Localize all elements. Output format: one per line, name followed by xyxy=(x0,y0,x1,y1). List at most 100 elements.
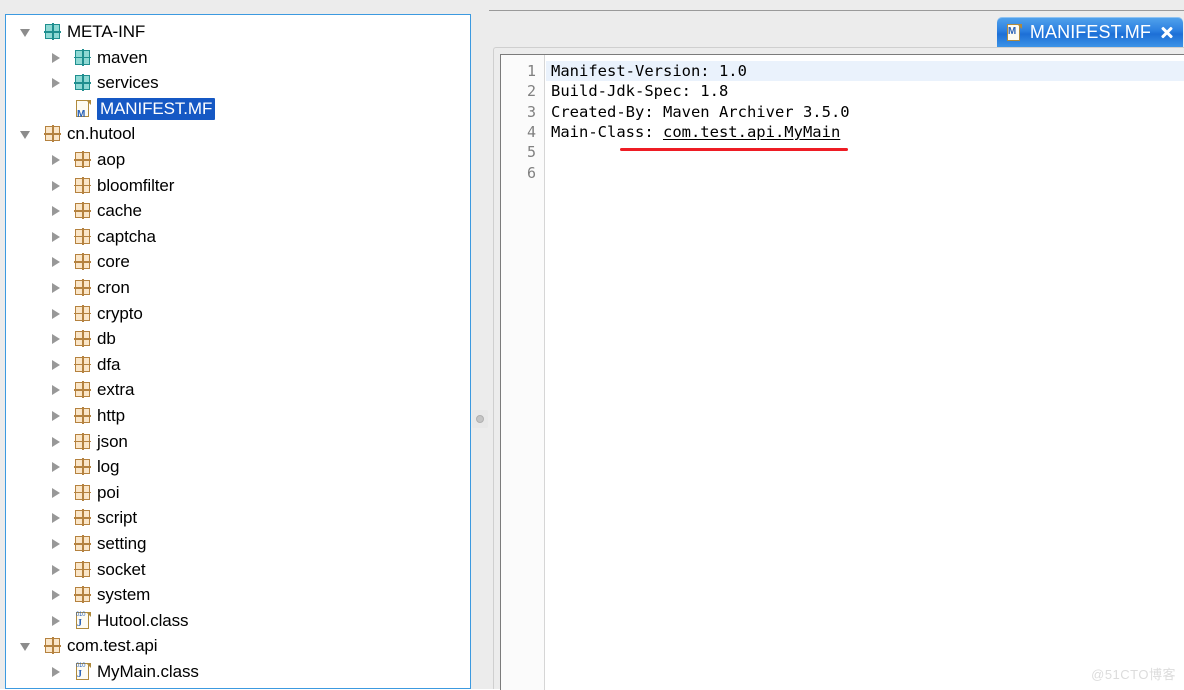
panel-splitter[interactable] xyxy=(471,14,489,689)
package-icon xyxy=(74,458,92,476)
package-icon xyxy=(74,279,92,297)
tree-item-mymain-class[interactable]: J 010 MyMain.class xyxy=(6,659,470,685)
chevron-right-icon[interactable] xyxy=(50,608,66,634)
manifest-file-icon: M xyxy=(74,99,92,120)
chevron-right-icon[interactable] xyxy=(50,454,66,480)
tree-item-bloomfilter[interactable]: bloomfilter xyxy=(6,173,470,199)
chevron-right-icon[interactable] xyxy=(50,480,66,506)
tree-item-socket[interactable]: socket xyxy=(6,557,470,583)
chevron-right-icon[interactable] xyxy=(50,582,66,608)
chevron-down-icon[interactable] xyxy=(20,19,36,45)
chevron-right-icon[interactable] xyxy=(50,301,66,327)
tree-item-log[interactable]: log xyxy=(6,454,470,480)
chevron-right-icon[interactable] xyxy=(50,173,66,199)
package-explorer-tree[interactable]: META-INF maven services M MANIFEST.MF cn.huto… xyxy=(6,15,470,688)
chevron-right-icon[interactable] xyxy=(50,70,66,96)
chevron-right-icon[interactable] xyxy=(50,403,66,429)
tree-item-manifest-mf[interactable]: M MANIFEST.MF xyxy=(6,96,470,122)
tab-manifest-mf[interactable]: M MANIFEST.MF xyxy=(996,17,1183,48)
line-number: 3 xyxy=(526,102,536,121)
chevron-right-icon[interactable] xyxy=(50,659,66,685)
tree-item-label: poi xyxy=(97,482,120,502)
window-chrome: META-INF maven services M MANIFEST.MF cn.huto… xyxy=(0,0,1184,690)
package-icon xyxy=(74,330,92,348)
tree-item-extra[interactable]: extra xyxy=(6,377,470,403)
tree-item-setting[interactable]: setting xyxy=(6,531,470,557)
line-number: 4 xyxy=(526,122,536,141)
package-icon xyxy=(74,151,92,169)
main-class-value: com.test.api.MyMain xyxy=(662,122,841,141)
chevron-right-icon[interactable] xyxy=(50,377,66,403)
tree-item-label: script xyxy=(97,508,138,528)
tree-item-dfa[interactable]: dfa xyxy=(6,352,470,378)
tree-item-label: cron xyxy=(97,278,130,297)
tree-item-cron[interactable]: cron xyxy=(6,275,470,301)
code-line[interactable]: Main-Class: com.test.api.MyMain xyxy=(546,122,1184,142)
tree-item-json[interactable]: json xyxy=(6,429,470,455)
chevron-right-icon[interactable] xyxy=(50,275,66,301)
package-icon xyxy=(44,637,62,655)
tree-item-label: db xyxy=(97,329,116,349)
chevron-down-icon[interactable] xyxy=(20,121,36,147)
chevron-right-icon[interactable] xyxy=(50,505,66,531)
close-icon[interactable] xyxy=(1159,25,1174,40)
package-icon xyxy=(74,586,92,604)
package-icon xyxy=(74,483,92,502)
tree-item-aop[interactable]: aop xyxy=(6,147,470,173)
chevron-down-icon[interactable] xyxy=(20,633,36,659)
tree-item-poi[interactable]: poi xyxy=(6,480,470,506)
code-line[interactable]: Manifest-Version: 1.0 xyxy=(546,61,1184,82)
chevron-right-icon[interactable] xyxy=(50,531,66,557)
chevron-right-icon[interactable] xyxy=(50,198,66,224)
red-annotation-underline xyxy=(620,148,848,151)
tree-item-db[interactable]: db xyxy=(6,326,470,352)
chevron-right-icon[interactable] xyxy=(50,326,66,352)
tree-item-label: log xyxy=(97,457,120,477)
watermark: @51CTO博客 xyxy=(1091,667,1176,682)
package-icon xyxy=(74,407,92,425)
chevron-right-icon[interactable] xyxy=(50,429,66,455)
package-icon-teal xyxy=(74,74,92,92)
tree-item-label: socket xyxy=(97,559,146,579)
code-line[interactable] xyxy=(546,163,1184,183)
tree-item-core[interactable]: core xyxy=(6,249,470,275)
tree-item-label: META-INF xyxy=(67,22,146,41)
line-number-gutter: 1 234 56 xyxy=(501,55,545,690)
tree-item-maven[interactable]: maven xyxy=(6,45,470,71)
package-icon xyxy=(74,202,92,220)
splitter-handle[interactable] xyxy=(472,410,488,428)
tree-item-meta-inf[interactable]: META-INF xyxy=(6,19,470,45)
tree-item-http[interactable]: http xyxy=(6,403,470,429)
tree-item-label: cache xyxy=(97,201,142,221)
tree-item-services[interactable]: services xyxy=(6,70,470,96)
code-line[interactable] xyxy=(546,142,1184,162)
tree-item-label: http xyxy=(97,406,125,425)
class-file-icon: J 010 xyxy=(74,663,92,681)
code-line[interactable]: Build-Jdk-Spec: 1.8 xyxy=(546,81,1184,101)
editor-frame: 1 234 56 Manifest-Version: 1.0 Build-Jdk-Sp… xyxy=(493,47,1184,690)
tree-item-captcha[interactable]: captcha xyxy=(6,224,470,250)
chevron-right-icon[interactable] xyxy=(50,352,66,378)
package-explorer-panel: META-INF maven services M MANIFEST.MF cn.huto… xyxy=(5,14,471,689)
toolbar-strip xyxy=(489,0,1184,11)
tree-item-cn-hutool[interactable]: cn.hutool xyxy=(6,121,470,147)
package-icon xyxy=(74,176,92,195)
package-icon xyxy=(74,509,92,527)
line-number: 1 xyxy=(526,62,536,80)
tree-item-hutool-class[interactable]: J 010 Hutool.class xyxy=(6,608,470,634)
tree-item-label: MANIFEST.MF xyxy=(97,97,216,120)
package-icon xyxy=(74,355,92,374)
sash-handle-dot-icon xyxy=(476,415,484,423)
line-number: 2 xyxy=(526,82,536,101)
tree-item-label: system xyxy=(97,585,151,605)
chevron-right-icon[interactable] xyxy=(50,147,66,173)
code-line[interactable]: Created-By: Maven Archiver 3.5.0 xyxy=(546,102,1184,122)
tree-item-cache[interactable]: cache xyxy=(6,198,470,224)
tree-item-label: bloomfilter xyxy=(97,175,175,195)
chevron-right-icon[interactable] xyxy=(50,224,66,250)
chevron-right-icon[interactable] xyxy=(50,45,66,71)
tree-item-crypto[interactable]: crypto xyxy=(6,301,470,327)
tree-item-script[interactable]: script xyxy=(6,505,470,531)
chevron-right-icon[interactable] xyxy=(50,249,66,275)
chevron-right-icon[interactable] xyxy=(50,557,66,583)
